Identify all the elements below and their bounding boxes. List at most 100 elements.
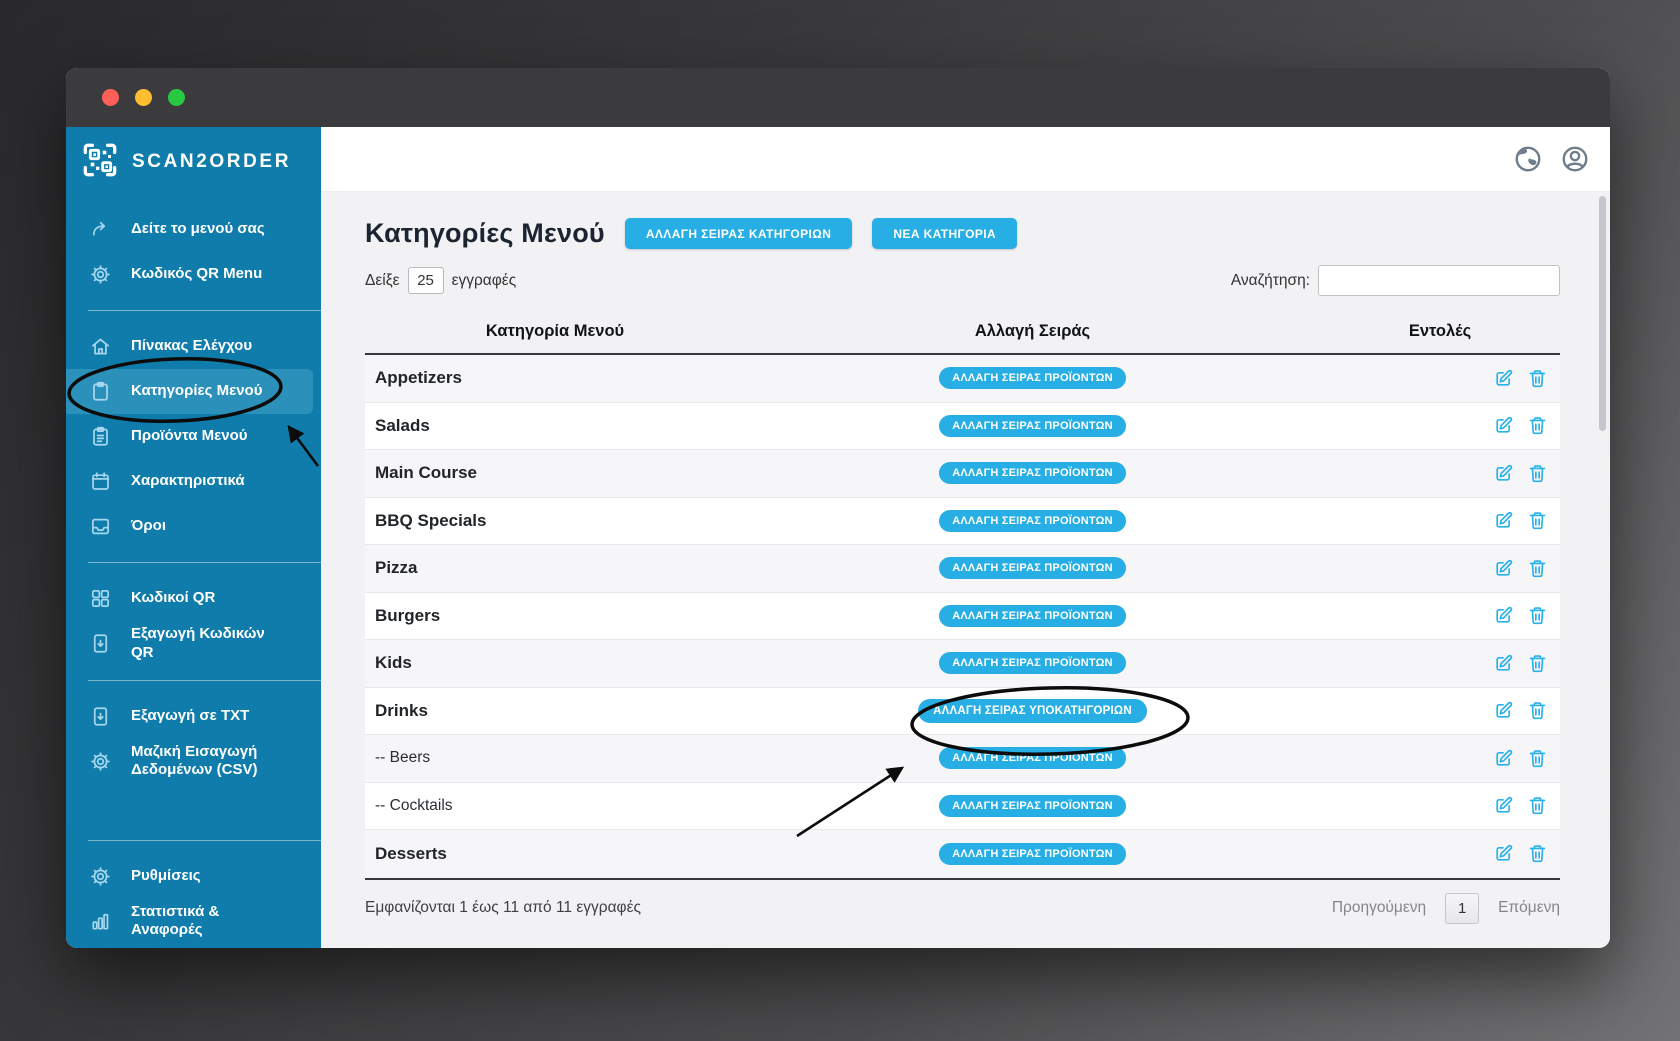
table-row-drinks: Drinks ΑΛΛΑΓΗ ΣΕΙΡΑΣ ΥΠΟΚΑΤΗΓΟΡΙΩΝ <box>365 687 1560 735</box>
edit-button[interactable] <box>1493 415 1514 436</box>
sidebar-divider <box>88 679 321 681</box>
page-length-input[interactable] <box>407 267 444 294</box>
category-name: Main Course <box>375 463 478 483</box>
reorder-categories-button[interactable]: ΑΛΛΑΓΗ ΣΕΙΡΑΣ ΚΑΤΗΓΟΡΙΩΝ <box>624 218 853 249</box>
minimize-window-button[interactable] <box>135 89 152 106</box>
delete-button[interactable] <box>1527 415 1548 436</box>
sidebar-item-label: Προϊόντα Μενού <box>131 427 248 445</box>
reorder-products-button[interactable]: ΑΛΛΑΓΗ ΣΕΙΡΑΣ ΠΡΟΪΟΝΤΩΝ <box>939 414 1126 437</box>
table-row: -- Beers ΑΛΛΑΓΗ ΣΕΙΡΑΣ ΠΡΟΪΟΝΤΩΝ <box>365 735 1560 783</box>
category-name: Pizza <box>375 558 418 578</box>
sidebar-item-view-menu[interactable]: Δείτε το μενού σας <box>66 207 313 252</box>
clipboard-icon <box>88 380 112 403</box>
sidebar-item-features[interactable]: Χαρακτηριστικά <box>66 459 313 504</box>
sidebar-item-qr-menu-code[interactable]: Κωδικός QR Menu <box>66 252 313 297</box>
previous-page-button[interactable]: Προηγούμενη <box>1332 899 1426 917</box>
close-window-button[interactable] <box>102 89 119 106</box>
zoom-window-button[interactable] <box>168 89 185 106</box>
globe-icon <box>1515 146 1541 172</box>
delete-button[interactable] <box>1527 510 1548 531</box>
search-input[interactable] <box>1318 265 1560 296</box>
sidebar-item-menu-products[interactable]: Προϊόντα Μενού <box>66 414 313 459</box>
search-control: Αναζήτηση: <box>1231 265 1560 296</box>
user-icon <box>1562 146 1588 172</box>
page-header: Κατηγορίες Μενού ΑΛΛΑΓΗ ΣΕΙΡΑΣ ΚΑΤΗΓΟΡΙΩ… <box>365 218 1560 249</box>
reorder-products-button[interactable]: ΑΛΛΑΓΗ ΣΕΙΡΑΣ ΠΡΟΪΟΝΤΩΝ <box>939 604 1126 627</box>
sidebar-item-label: Ρυθμίσεις <box>131 866 201 884</box>
reorder-products-button[interactable]: ΑΛΛΑΓΗ ΣΕΙΡΑΣ ΠΡΟΪΟΝΤΩΝ <box>939 747 1126 770</box>
share-arrow-icon <box>88 218 112 241</box>
edit-button[interactable] <box>1493 463 1514 484</box>
edit-button[interactable] <box>1493 748 1514 769</box>
vertical-scrollbar[interactable] <box>1599 196 1606 431</box>
sidebar-item-bulk-import-csv[interactable]: Μαζική Εισαγωγή Δεδομένων (CSV) <box>66 739 313 785</box>
delete-button[interactable] <box>1527 605 1548 626</box>
qr-logo-icon <box>80 140 120 185</box>
edit-button[interactable] <box>1493 843 1514 864</box>
sidebar-item-stats-reports[interactable]: Στατιστικά & Αναφορές <box>66 899 313 945</box>
sidebar-item-export-txt[interactable]: Εξαγωγή σε TXT <box>66 694 313 739</box>
gear-icon <box>88 750 112 773</box>
delete-button[interactable] <box>1527 653 1548 674</box>
sidebar-item-dashboard[interactable]: Πίνακας Ελέγχου <box>66 324 313 369</box>
edit-icon <box>1496 749 1513 766</box>
reorder-products-button[interactable]: ΑΛΛΑΓΗ ΣΕΙΡΑΣ ΠΡΟΪΟΝΤΩΝ <box>939 794 1126 817</box>
delete-button[interactable] <box>1527 795 1548 816</box>
sidebar-item-label: Κωδικοί QR <box>131 589 216 607</box>
inbox-icon <box>88 515 112 538</box>
edit-icon <box>1496 702 1513 718</box>
sidebar-divider <box>88 310 321 311</box>
subcategory-name: -- Cocktails <box>375 796 453 814</box>
column-header-commands: Εντολές <box>1408 322 1472 340</box>
logo-text: SCAN2ORDER <box>132 151 292 172</box>
sidebar-item-label: Δείτε το μενού σας <box>131 220 265 238</box>
account-user-button[interactable] <box>1560 144 1590 174</box>
edit-button[interactable] <box>1493 510 1514 531</box>
edit-icon <box>1496 797 1513 813</box>
main-column: Κατηγορίες Μενού ΑΛΛΑΓΗ ΣΕΙΡΑΣ ΚΑΤΗΓΟΡΙΩ… <box>321 127 1610 948</box>
current-page-button[interactable]: 1 <box>1445 892 1480 924</box>
delete-button[interactable] <box>1527 843 1548 864</box>
edit-button[interactable] <box>1493 558 1514 579</box>
table-row: Burgers ΑΛΛΑΓΗ ΣΕΙΡΑΣ ΠΡΟΪΟΝΤΩΝ <box>365 592 1560 640</box>
edit-button[interactable] <box>1493 700 1514 721</box>
sidebar-item-qr-codes[interactable]: Κωδικοί QR <box>66 576 313 621</box>
delete-button[interactable] <box>1527 368 1548 389</box>
reorder-products-button[interactable]: ΑΛΛΑΓΗ ΣΕΙΡΑΣ ΠΡΟΪΟΝΤΩΝ <box>939 367 1126 390</box>
delete-button[interactable] <box>1527 558 1548 579</box>
edit-button[interactable] <box>1493 368 1514 389</box>
reorder-products-button[interactable]: ΑΛΛΑΓΗ ΣΕΙΡΑΣ ΠΡΟΪΟΝΤΩΝ <box>939 557 1126 580</box>
reorder-products-button[interactable]: ΑΛΛΑΓΗ ΣΕΙΡΑΣ ΠΡΟΪΟΝΤΩΝ <box>939 509 1126 532</box>
reorder-products-button[interactable]: ΑΛΛΑΓΗ ΣΕΙΡΑΣ ΠΡΟΪΟΝΤΩΝ <box>939 842 1126 865</box>
grid-icon <box>88 587 112 610</box>
delete-button[interactable] <box>1527 700 1548 721</box>
page-length-control: Δείξε εγγραφές <box>365 267 516 294</box>
language-globe-button[interactable] <box>1513 144 1543 174</box>
new-category-button[interactable]: ΝΕΑ ΚΑΤΗΓΟΡΙΑ <box>872 218 1018 249</box>
table-controls: Δείξε εγγραφές Αναζήτηση: <box>365 265 1560 296</box>
edit-button[interactable] <box>1493 605 1514 626</box>
edit-button[interactable] <box>1493 653 1514 674</box>
file-download-icon <box>88 632 112 655</box>
window-titlebar <box>66 68 1610 127</box>
content-area: Κατηγορίες Μενού ΑΛΛΑΓΗ ΣΕΙΡΑΣ ΚΑΤΗΓΟΡΙΩ… <box>321 192 1610 948</box>
reorder-subcategories-button[interactable]: ΑΛΛΑΓΗ ΣΕΙΡΑΣ ΥΠΟΚΑΤΗΓΟΡΙΩΝ <box>918 698 1147 723</box>
sidebar-item-terms[interactable]: Όροι <box>66 504 313 549</box>
sidebar-item-label: Εξαγωγή Κωδικών QR <box>131 625 265 661</box>
reorder-products-button[interactable]: ΑΛΛΑΓΗ ΣΕΙΡΑΣ ΠΡΟΪΟΝΤΩΝ <box>939 462 1126 485</box>
column-header-category: Κατηγορία Μενού <box>485 322 625 340</box>
sidebar-item-export-qr-codes[interactable]: Εξαγωγή Κωδικών QR <box>66 621 313 667</box>
edit-button[interactable] <box>1493 795 1514 816</box>
table-row: -- Cocktails ΑΛΛΑΓΗ ΣΕΙΡΑΣ ΠΡΟΪΟΝΤΩΝ <box>365 782 1560 830</box>
trash-icon <box>1529 464 1546 482</box>
reorder-products-button[interactable]: ΑΛΛΑΓΗ ΣΕΙΡΑΣ ΠΡΟΪΟΝΤΩΝ <box>939 652 1126 675</box>
delete-button[interactable] <box>1527 748 1548 769</box>
sidebar-item-menu-categories[interactable]: Κατηγορίες Μενού <box>66 369 313 414</box>
sidebar-item-settings[interactable]: Ρυθμίσεις <box>66 854 313 899</box>
gear-icon <box>88 263 112 286</box>
delete-button[interactable] <box>1527 463 1548 484</box>
sidebar-item-label: Πίνακας Ελέγχου <box>131 337 253 355</box>
next-page-button[interactable]: Επόμενη <box>1498 899 1560 917</box>
trash-icon <box>1529 749 1546 767</box>
table-row: Pizza ΑΛΛΑΓΗ ΣΕΙΡΑΣ ΠΡΟΪΟΝΤΩΝ <box>365 545 1560 593</box>
